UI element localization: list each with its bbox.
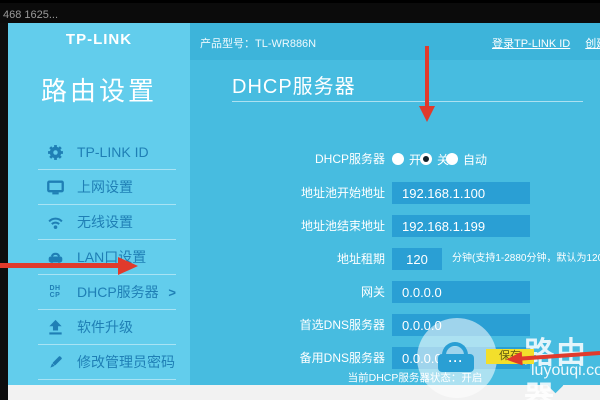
create-tplink-id-link[interactable]: 创建TP-LINK ID <box>585 38 600 50</box>
pool-end-input[interactable] <box>392 215 530 237</box>
pool-start-label: 地址池开始地址 <box>300 186 385 200</box>
primary-dns-label: 首选DNS服务器 <box>299 318 385 332</box>
dhcp-mode-row: DHCP服务器 开 关 自动 <box>190 148 600 170</box>
red-arrow-to-off-radio <box>419 46 435 122</box>
gateway-label: 网关 <box>360 285 385 299</box>
radio-circle-icon <box>420 153 432 165</box>
pool-start-input[interactable] <box>392 182 530 204</box>
router-admin-screen: 468 1625... TP-LINK 路由设置 TP-LINK ID 上网设置… <box>0 0 600 400</box>
lease-time-input[interactable] <box>392 248 442 270</box>
upload-arrow-icon <box>46 318 64 336</box>
dhcp-on-radio[interactable]: 开 <box>392 148 421 170</box>
pool-end-label: 地址池结束地址 <box>300 219 385 233</box>
wifi-icon <box>46 213 64 231</box>
title-divider <box>232 101 583 102</box>
sidebar-item-label: 上网设置 <box>77 179 133 195</box>
gear-icon <box>46 143 64 161</box>
sidebar: TP-LINK 路由设置 TP-LINK ID 上网设置 无线设置 LAN口设置… <box>8 23 190 385</box>
sidebar-item-firmware-upgrade[interactable]: 软件升级 <box>8 310 190 344</box>
pool-start-row: 地址池开始地址 <box>190 182 600 204</box>
header-links: 登录TP-LINK ID 创建TP-LINK ID <box>480 35 600 51</box>
sidebar-item-label: DHCP服务器 <box>77 284 159 300</box>
red-arrow-to-dhcp-menu <box>0 257 140 275</box>
sidebar-item-tplink-id[interactable]: TP-LINK ID <box>8 135 190 169</box>
router-body: ··· <box>438 354 474 372</box>
pencil-icon <box>46 353 64 371</box>
chevron-right-icon: > <box>168 284 176 300</box>
arrowhead-right <box>118 257 138 275</box>
dhcp-icon: DH CP <box>49 285 61 299</box>
product-model-label: 产品型号：TL-WR886N <box>200 38 317 50</box>
login-tplink-id-link[interactable]: 登录TP-LINK ID <box>492 38 570 50</box>
arrowhead-down <box>419 106 435 122</box>
lease-time-label: 地址租期 <box>336 252 385 266</box>
sidebar-item-dhcp-server[interactable]: DH CP DHCP服务器 > <box>8 275 190 309</box>
dhcp-auto-radio[interactable]: 自动 <box>446 148 487 170</box>
sidebar-item-label: 软件升级 <box>77 319 133 335</box>
sidebar-item-change-admin-password[interactable]: 修改管理员密码 <box>8 345 190 379</box>
lease-time-row: 地址租期 分钟(支持1-2880分钟，默认为120分钟) <box>190 248 600 270</box>
gateway-input[interactable] <box>392 281 530 303</box>
radio-label: 自动 <box>463 152 488 167</box>
dhcp-off-radio[interactable]: 关 <box>420 148 449 170</box>
lease-time-hint: 分钟(支持1-2880分钟，默认为120分钟) <box>452 253 600 264</box>
bottom-strip <box>8 385 600 400</box>
gateway-row: 网关 <box>190 281 600 303</box>
dhcp-mode-label: DHCP服务器 <box>314 152 385 166</box>
tplink-logo: TP-LINK <box>65 31 133 48</box>
pool-end-row: 地址池结束地址 <box>190 215 600 237</box>
sidebar-title: 路由设置 <box>40 76 157 106</box>
left-black-strip <box>0 23 8 400</box>
os-top-bar: 468 1625... <box>0 0 600 23</box>
radio-circle-icon <box>392 153 404 165</box>
sidebar-item-label: 无线设置 <box>77 214 133 230</box>
divider <box>38 379 176 380</box>
sidebar-item-wireless-settings[interactable]: 无线设置 <box>8 205 190 239</box>
monitor-icon <box>46 178 64 196</box>
router-icon: ··· <box>438 342 474 372</box>
os-bar-text: 468 1625... <box>3 9 59 21</box>
watermark-site: luyouqi.com <box>531 362 600 379</box>
content-header: 产品型号：TL-WR886N 登录TP-LINK ID 创建TP-LINK ID <box>190 23 600 60</box>
secondary-dns-label: 备用DNS服务器 <box>299 351 385 365</box>
radio-circle-icon <box>446 153 458 165</box>
page-title: DHCP服务器 <box>232 76 356 98</box>
sidebar-item-internet-settings[interactable]: 上网设置 <box>8 170 190 204</box>
sidebar-item-label: TP-LINK ID <box>77 144 149 160</box>
sidebar-item-label: 修改管理员密码 <box>77 354 175 370</box>
